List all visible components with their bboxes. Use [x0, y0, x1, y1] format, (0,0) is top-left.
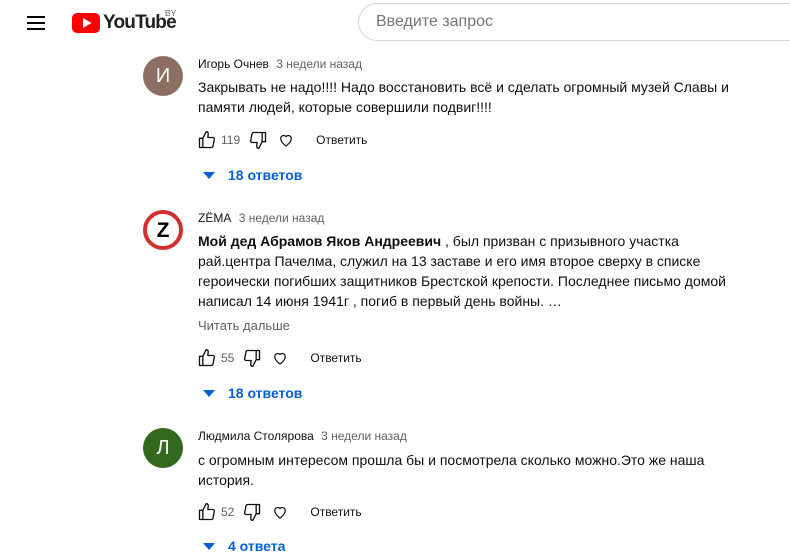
reply-button[interactable]: Ответить: [316, 133, 367, 147]
comment-author[interactable]: Людмила Столярова: [198, 429, 314, 443]
avatar-letter: Z: [157, 219, 170, 242]
search-input[interactable]: [376, 13, 776, 31]
replies-count-label: 18 ответов: [228, 167, 303, 183]
avatar[interactable]: Л: [143, 428, 183, 468]
replies-count-label: 4 ответа: [228, 538, 286, 554]
thumb-down-icon[interactable]: [240, 346, 264, 370]
youtube-logo[interactable]: YouTube: [72, 11, 177, 35]
thumb-up-icon[interactable]: [195, 346, 219, 370]
thumb-up-icon[interactable]: [195, 500, 219, 524]
comment-text-line: Закрывать не надо!!!! Надо восстановить …: [198, 79, 729, 95]
comment-actions: 119 Ответить: [195, 128, 367, 152]
comment-header: Людмила Столярова 3 недели назад: [198, 429, 407, 443]
like-count: 52: [221, 505, 235, 519]
thumb-down-icon[interactable]: [240, 500, 264, 524]
region-label: BY: [165, 8, 177, 18]
comment-header: Игорь Очнев 3 недели назад: [198, 57, 362, 71]
thumb-up-icon[interactable]: [195, 128, 219, 152]
view-replies-button[interactable]: 18 ответов: [202, 385, 302, 401]
comment-text: Мой дед Абрамов Яков Андреевич , был при…: [198, 231, 758, 311]
like-count: 55: [221, 351, 235, 365]
comment-text-line: рай.центра Пачелма, служил на 13 заставе…: [198, 253, 701, 269]
comment-text: с огромным интересом прошла бы и посмотр…: [198, 450, 758, 490]
replies-count-label: 18 ответов: [228, 385, 303, 401]
like-count: 119: [221, 133, 241, 147]
read-more-button[interactable]: Читать дальше: [198, 318, 290, 333]
top-header: YouTube BY: [0, 0, 790, 46]
comment-actions: 55 Ответить: [195, 346, 362, 370]
youtube-logo-icon: [72, 13, 100, 33]
search-box[interactable]: [358, 3, 790, 41]
avatar-letter: Л: [156, 436, 170, 459]
view-replies-button[interactable]: 4 ответа: [202, 538, 285, 554]
triangle-down-icon: [203, 390, 215, 397]
avatar[interactable]: И: [143, 56, 183, 96]
comment-time[interactable]: 3 недели назад: [321, 429, 407, 443]
comment-time[interactable]: 3 недели назад: [239, 211, 325, 225]
comment-header: ZЁMA 3 недели назад: [198, 211, 324, 225]
triangle-down-icon: [203, 172, 215, 179]
reply-button[interactable]: Ответить: [310, 351, 361, 365]
comment-author[interactable]: ZЁMA: [198, 211, 231, 225]
comment-text-bold: Мой дед Абрамов Яков Андреевич: [198, 233, 442, 249]
comment-text-rest: , был призван с призывного участка: [441, 233, 679, 249]
heart-icon[interactable]: [274, 128, 298, 152]
comment-text-line: Мой дед Абрамов Яков Андреевич , был при…: [198, 231, 758, 251]
heart-icon[interactable]: [268, 346, 292, 370]
comment-author[interactable]: Игорь Очнев: [198, 57, 269, 71]
youtube-comments-page: YouTube BY И Игорь Очнев 3 недели назад …: [0, 0, 790, 560]
reply-button[interactable]: Ответить: [310, 505, 361, 519]
z-badge-icon: Z: [143, 210, 183, 250]
comment-actions: 52 Ответить: [195, 500, 362, 524]
comment-text-line: героически погибших защитников Брестской…: [198, 273, 726, 289]
hamburger-menu-icon[interactable]: [24, 11, 48, 35]
comment-text-line: памяти людей, которые совершили подвиг!!…: [198, 99, 492, 115]
comment-text-line: с огромным интересом прошла бы и посмотр…: [198, 452, 705, 468]
comment-text: Закрывать не надо!!!! Надо восстановить …: [198, 77, 758, 117]
comment-time[interactable]: 3 недели назад: [276, 57, 362, 71]
avatar-letter: И: [155, 64, 171, 87]
heart-icon[interactable]: [268, 500, 292, 524]
comment-text-line: написал 14 июня 1941г , погиб в первый д…: [198, 293, 562, 309]
comment-text-line: история.: [198, 472, 254, 488]
triangle-down-icon: [203, 543, 215, 550]
thumb-down-icon[interactable]: [246, 128, 270, 152]
view-replies-button[interactable]: 18 ответов: [202, 167, 302, 183]
avatar[interactable]: Z: [143, 210, 183, 250]
